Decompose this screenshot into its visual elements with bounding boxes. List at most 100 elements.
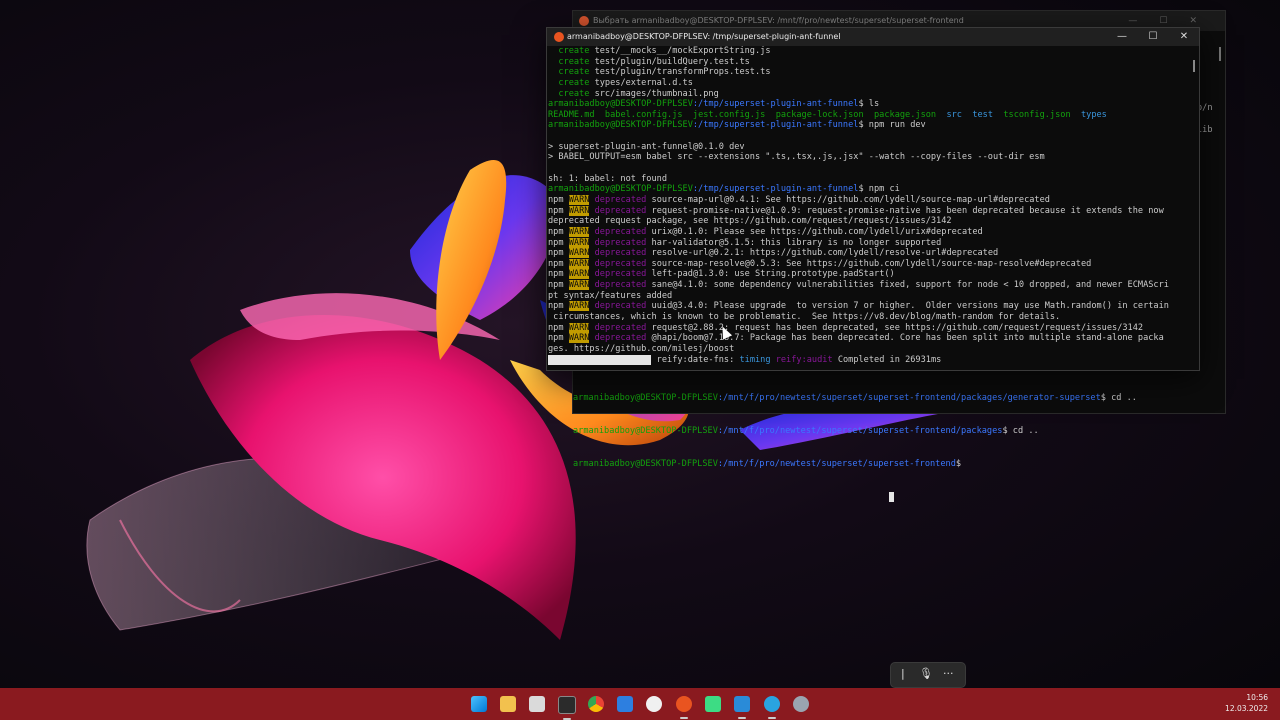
- terminal-output[interactable]: create test/__mocks__/mockExportString.j…: [548, 46, 1192, 365]
- clock-time: 10:56: [1246, 693, 1268, 702]
- warn-badge: WARN: [568, 237, 590, 248]
- terminal-line: > superset-plugin-ant-funnel@0.1.0 dev: [548, 141, 745, 152]
- warn-message: request-promise-native@1.0.9: request-pr…: [651, 205, 1164, 216]
- deprecated-label: deprecated: [594, 269, 647, 280]
- npm-warn-line: npm WARN deprecated source-map-url@0.4.1…: [548, 194, 1192, 206]
- chrome-icon[interactable]: [588, 696, 604, 712]
- ls-entry: tsconfig.json: [1003, 109, 1081, 120]
- ls-file: babel.config.js: [604, 109, 693, 120]
- deprecated-label: deprecated: [594, 322, 647, 333]
- deprecated-label: deprecated: [594, 258, 647, 269]
- terminal-line: armanibadboy@DESKTOP-DFPLSEV:/mnt/f/pro/…: [573, 459, 1225, 470]
- floating-toolbar[interactable]: | 🎙 ···: [890, 662, 966, 688]
- create-keyword: create: [548, 46, 590, 56]
- terminal-line: armanibadboy@DESKTOP-DFPLSEV:/tmp/supers…: [548, 184, 1192, 195]
- settings-icon[interactable]: [793, 696, 809, 712]
- terminal-window[interactable]: armanibadboy@DESKTOP-DFPLSEV: /tmp/super…: [546, 27, 1200, 371]
- warn-badge: WARN: [568, 322, 590, 333]
- maximize-button[interactable]: ☐: [1138, 28, 1168, 46]
- store-icon[interactable]: [529, 696, 545, 712]
- file-explorer-icon[interactable]: [500, 696, 516, 712]
- close-button[interactable]: ✕: [1169, 28, 1199, 46]
- npm-warn-line: deprecated request package, see https://…: [548, 216, 1192, 227]
- create-keyword: create: [548, 88, 590, 99]
- ls-file: jest.config.js: [692, 109, 776, 120]
- prompt-user: armanibadboy@DESKTOP-DFPLSEV: [548, 120, 693, 131]
- deprecated-label: deprecated: [594, 237, 647, 248]
- warn-message: circumstances, which is known to be prob…: [548, 312, 1061, 323]
- prompt-path: :/mnt/f/pro/newtest/superset/superset-fr…: [717, 426, 1003, 436]
- prompt-path: :/tmp/superset-plugin-ant-funnel: [692, 99, 859, 110]
- npm-warn-line: npm WARN deprecated urix@0.1.0: Please s…: [548, 226, 1192, 238]
- ls-entry: test: [972, 109, 1004, 120]
- prompt-command: $ cd ..: [1002, 426, 1039, 436]
- warn-message: source-map-url@0.4.1: See https://github…: [651, 194, 1050, 205]
- warn-badge: WARN: [568, 269, 590, 280]
- warn-badge: WARN: [568, 194, 590, 205]
- more-icon[interactable]: ···: [943, 667, 954, 680]
- ubuntu-icon[interactable]: [676, 696, 692, 719]
- created-file: test/plugin/transformProps.test.ts: [589, 67, 771, 78]
- telegram-icon[interactable]: [764, 696, 780, 719]
- prompt-command: $ cd ..: [1100, 393, 1137, 403]
- prompt-path: :/mnt/f/pro/newtest/superset/superset-fr…: [717, 459, 956, 469]
- warn-message: uuid@3.4.0: Please upgrade to version 7 …: [651, 301, 1169, 312]
- android-icon[interactable]: [705, 696, 721, 712]
- npm-warn-line: npm WARN deprecated source-map-resolve@0…: [548, 258, 1192, 270]
- terminal-line: armanibadboy@DESKTOP-DFPLSEV:/mnt/f/pro/…: [573, 393, 1225, 404]
- npm-warn-line: npm WARN deprecated @hapi/boom@7.18.7: P…: [548, 333, 1192, 344]
- prompt-user: armanibadboy@DESKTOP-DFPLSEV: [548, 99, 693, 110]
- npm-prefix: npm: [548, 205, 564, 216]
- npm-prefix: npm: [548, 322, 564, 333]
- scrollbar-thumb[interactable]: [1193, 60, 1195, 72]
- terminal-line: > BABEL_OUTPUT=esm babel src --extension…: [548, 152, 1045, 163]
- terminal-icon[interactable]: [558, 696, 576, 720]
- security-icon[interactable]: [617, 696, 633, 712]
- terminal-line: create test/plugin/transformProps.test.t…: [548, 67, 1192, 78]
- created-file: test/__mocks__/mockExportString.js: [589, 46, 771, 56]
- npm-prefix: npm: [548, 333, 564, 344]
- minimize-button[interactable]: —: [1107, 28, 1137, 46]
- prompt-path: :/tmp/superset-plugin-ant-funnel: [692, 184, 859, 195]
- scrollbar-thumb[interactable]: [1219, 47, 1221, 61]
- npm-warn-line: npm WARN deprecated uuid@3.4.0: Please u…: [548, 301, 1192, 312]
- warn-message: pt syntax/features added: [548, 290, 673, 301]
- clock-date: 12.03.2022: [1225, 704, 1268, 713]
- warn-message: sane@4.1.0: some dependency vulnerabilit…: [651, 280, 1169, 291]
- deprecated-label: deprecated: [594, 280, 647, 291]
- terminal-titlebar[interactable]: armanibadboy@DESKTOP-DFPLSEV: /tmp/super…: [547, 28, 1199, 46]
- npm-prefix: npm: [548, 301, 564, 312]
- npm-prefix: npm: [548, 269, 564, 280]
- create-keyword: create: [548, 67, 590, 78]
- warn-badge: WARN: [568, 258, 590, 269]
- npm-warn-line: ges. https://github.com/milesj/boost: [548, 344, 1192, 355]
- ubuntu-icon: [579, 16, 589, 26]
- deprecated-label: deprecated: [594, 205, 647, 216]
- cursor-icon[interactable]: |: [901, 667, 905, 680]
- ls-file: README.md: [548, 109, 605, 120]
- prompt-command: $ npm ci: [858, 184, 900, 195]
- start-icon[interactable]: [471, 696, 487, 712]
- terminal-line: create src/images/thumbnail.png: [548, 89, 1192, 100]
- vscode-icon[interactable]: [734, 696, 750, 719]
- background-window-title: Выбрать armanibadboy@DESKTOP-DFPLSEV: /m…: [593, 16, 964, 25]
- yandex-icon[interactable]: [646, 696, 662, 712]
- npm-warn-line: npm WARN deprecated har-validator@5.1.5:…: [548, 237, 1192, 249]
- text-cursor: [889, 492, 894, 502]
- prompt-path: :/mnt/f/pro/newtest/superset/superset-fr…: [717, 393, 1101, 403]
- prompt-user: armanibadboy@DESKTOP-DFPLSEV: [573, 393, 718, 403]
- warn-message: resolve-url@0.2.1: https://github.com/ly…: [651, 248, 999, 259]
- terminal-line: create test/__mocks__/mockExportString.j…: [548, 46, 1192, 57]
- progress-timing: timing: [739, 354, 771, 365]
- npm-prefix: npm: [548, 194, 564, 205]
- npm-warn-line: npm WARN deprecated request-promise-nati…: [548, 205, 1192, 217]
- npm-prefix: npm: [548, 258, 564, 269]
- progress-package: reify:date-fns:: [656, 354, 735, 365]
- microphone-icon[interactable]: 🎙: [919, 667, 933, 680]
- progress-audit: reify:audit: [775, 354, 833, 365]
- warn-badge: WARN: [568, 226, 590, 237]
- deprecated-label: deprecated: [594, 333, 647, 344]
- system-clock[interactable]: 10:56 12.03.2022: [1225, 692, 1268, 714]
